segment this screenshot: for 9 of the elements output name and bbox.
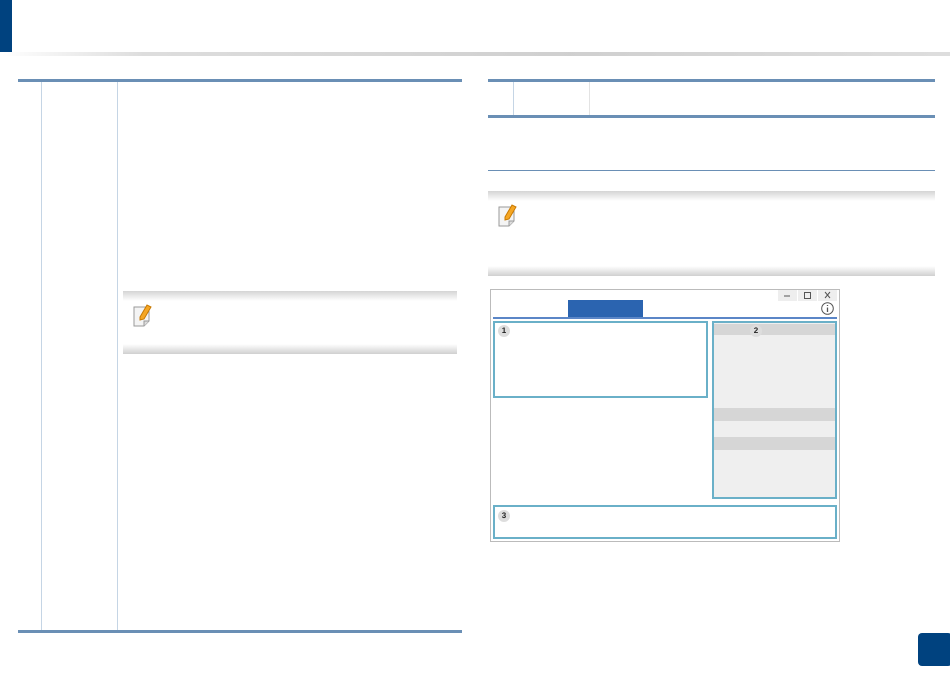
callout-number: 1 (498, 324, 510, 337)
app-tab[interactable] (568, 300, 643, 317)
maximize-button[interactable] (798, 290, 817, 301)
header-bar (0, 0, 12, 52)
minimize-button[interactable] (778, 290, 797, 301)
callout-number: 3 (498, 510, 510, 522)
info-icon[interactable] (821, 302, 834, 315)
page-number-box (918, 633, 950, 666)
close-icon[interactable] (818, 290, 837, 301)
